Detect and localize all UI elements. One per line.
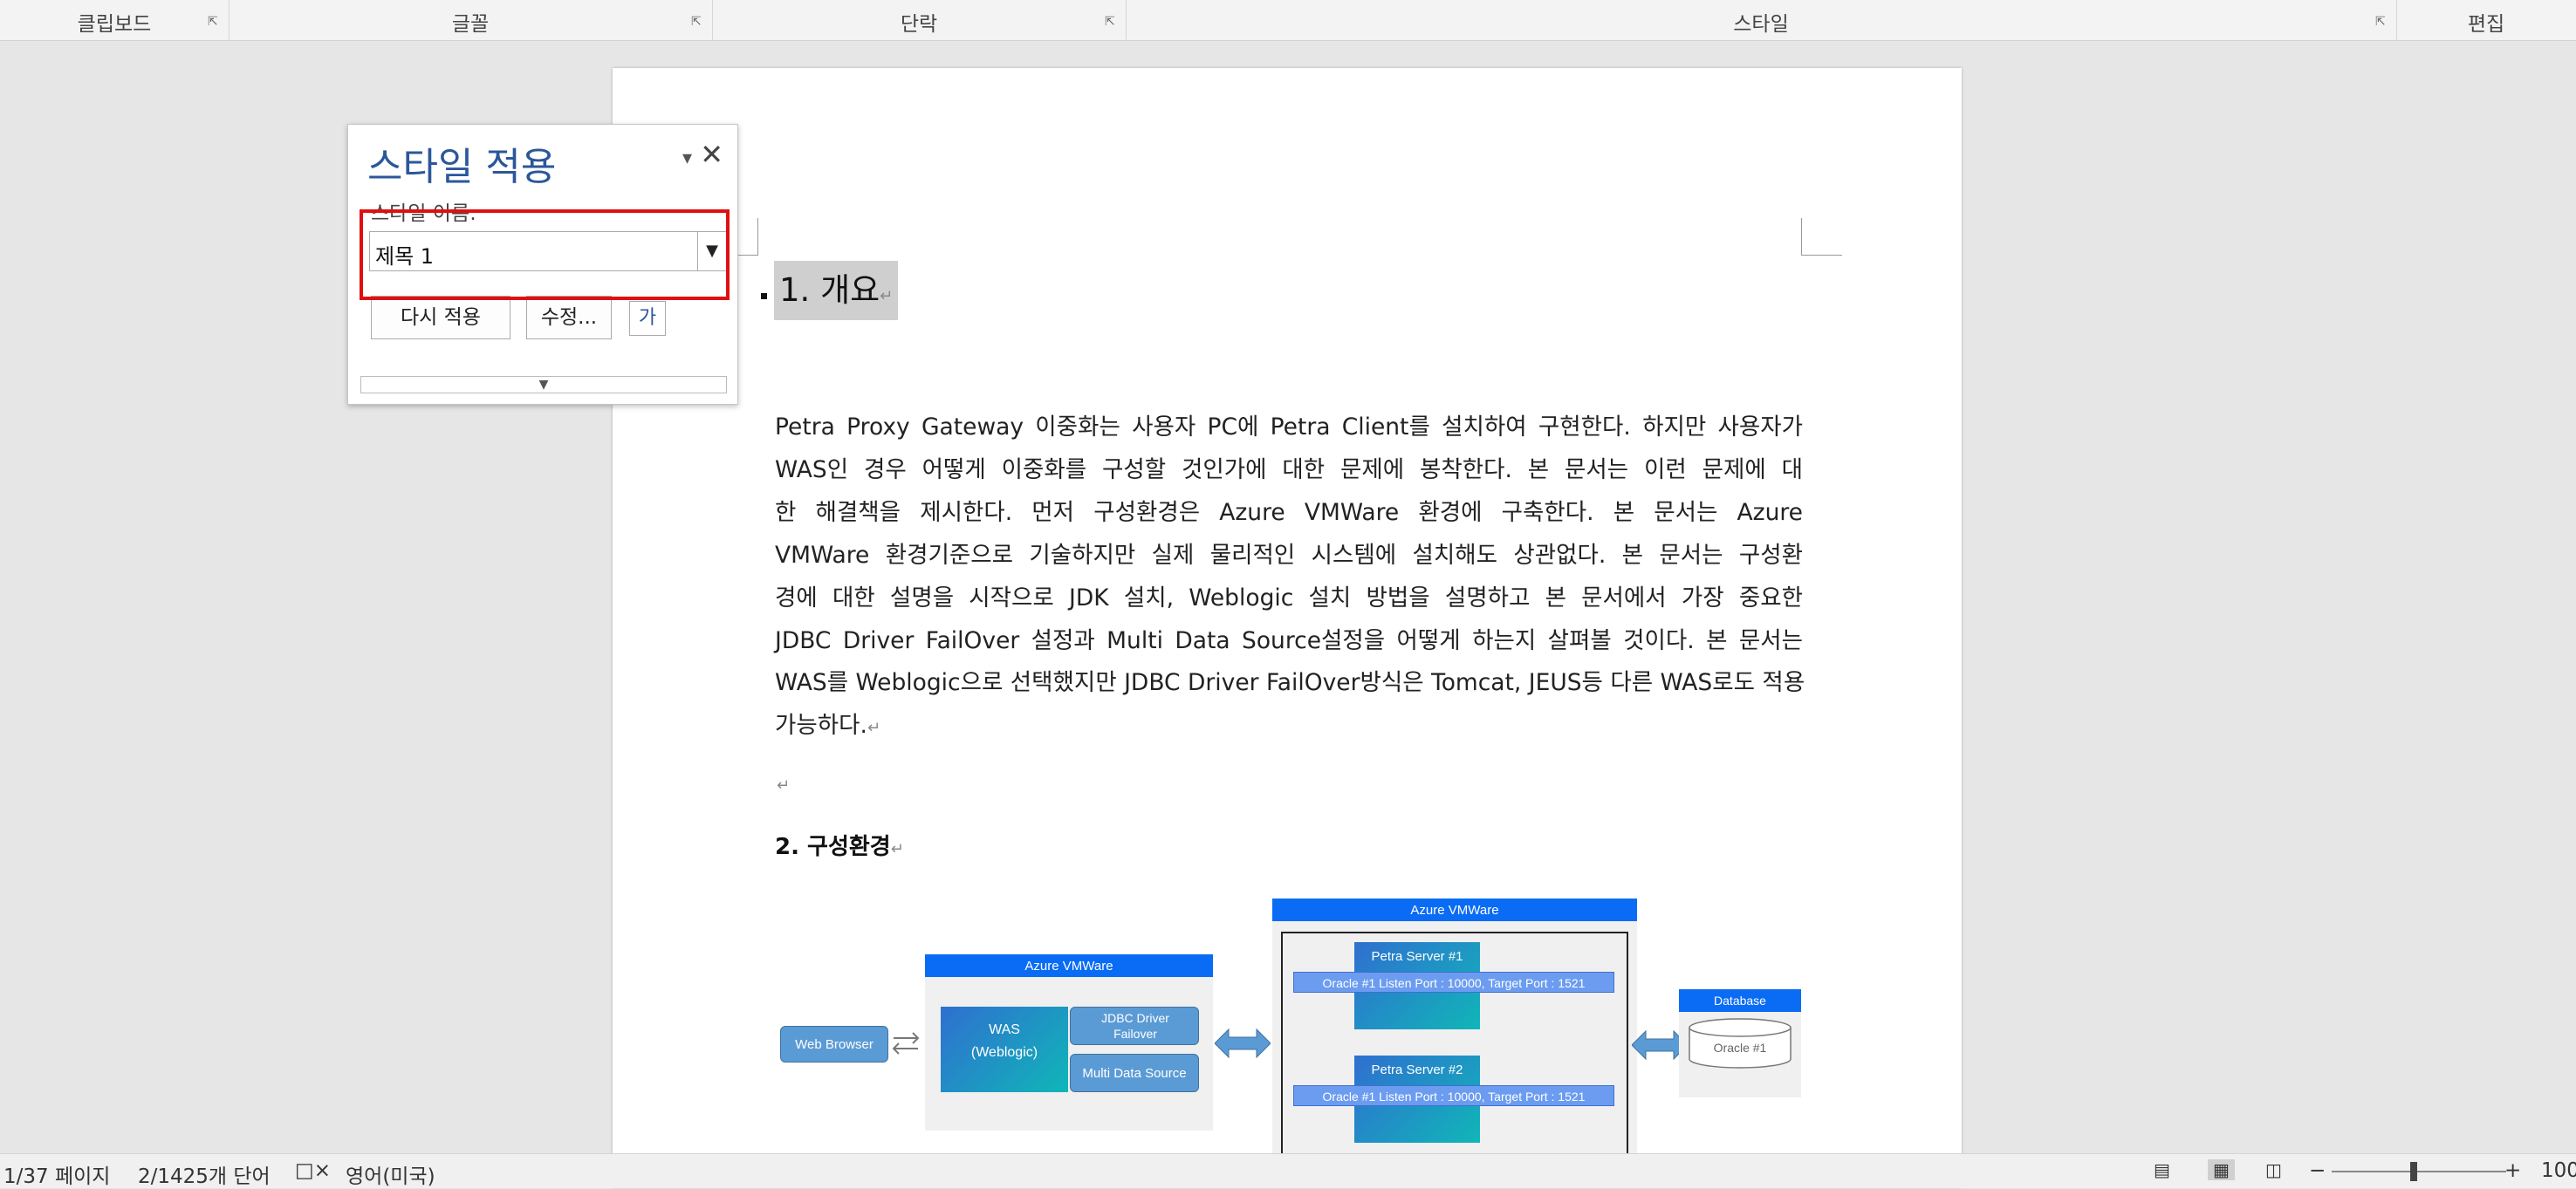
web-browser-box: Web Browser: [780, 1026, 888, 1063]
zoom-slider-thumb[interactable]: [2410, 1162, 2417, 1181]
text-line: 가능하다.↵: [775, 712, 881, 740]
text-line: JDBC Driver FailOver 설정과 Multi Data Sour…: [775, 626, 1803, 654]
styles-pane-icon[interactable]: 가: [629, 301, 666, 336]
expand-chevron-icon[interactable]: ▼: [360, 376, 727, 393]
document-page[interactable]: 1. 개요↵ Petra Proxy Gateway 이중화는 사용자 PC에 …: [613, 68, 1962, 1187]
heading-1[interactable]: 1. 개요↵: [774, 261, 899, 320]
print-layout-icon[interactable]: ▦: [2208, 1159, 2235, 1180]
pane-options-icon[interactable]: ▾: [682, 147, 692, 169]
text-line: WAS인 경우 어떻게 이중화를 구성할 것인가에 대한 문제에 봉착한다. 본…: [775, 455, 1803, 483]
jdbc-failover-box: JDBC Driver Failover: [1070, 1007, 1199, 1045]
bidirectional-arrow-icon: [892, 1032, 920, 1055]
zoom-in-icon[interactable]: +: [2504, 1159, 2521, 1182]
ribbon-group-label: 클립보드: [77, 13, 152, 36]
crop-mark: [1801, 218, 1842, 256]
text-line: 한 해결책을 제시한다. 먼저 구성환경은 Azure VMWare 환경에 구…: [775, 498, 1803, 526]
was-weblogic-box: WAS (Weblogic): [941, 1007, 1068, 1092]
red-highlight-box: [360, 209, 730, 300]
text-line: Petra Proxy Gateway 이중화는 사용자 PC에 Petra C…: [775, 413, 1803, 441]
ribbon-group-label: 단락: [900, 13, 938, 36]
status-bar: 1/37 페이지 2/1425개 단어 □× 영어(미국) ▤ ▦ ◫ − + …: [0, 1153, 2576, 1188]
heading-2[interactable]: 2. 구성환경↵: [775, 829, 904, 861]
word-count[interactable]: 2/1425개 단어: [138, 1159, 271, 1189]
ribbon-group-styles: 스타일 ⇱: [1126, 0, 2397, 40]
was-vm-header: Azure VMWare: [925, 954, 1213, 977]
port-info-bar-2: Oracle #1 Listen Port : 10000, Target Po…: [1293, 1085, 1614, 1106]
ribbon-group-clipboard: 클립보드 ⇱: [0, 0, 230, 40]
close-icon[interactable]: ✕: [700, 140, 723, 168]
text-line: WAS를 Weblogic으로 선택했지만 JDBC Driver FailOv…: [775, 669, 1805, 697]
overview-paragraph[interactable]: Petra Proxy Gateway 이중화는 사용자 PC에 Petra C…: [775, 407, 1805, 750]
ribbon-group-font: 글꼴 ⇱: [229, 0, 713, 40]
modify-button[interactable]: 수정...: [526, 296, 612, 339]
paragraph-mark-icon: ↵: [880, 287, 894, 305]
dialog-launcher-icon[interactable]: ⇱: [691, 16, 703, 28]
database-label: Oracle #1: [1713, 1041, 1767, 1055]
page-count[interactable]: 1/37 페이지: [3, 1159, 110, 1189]
ribbon-group-bar: 클립보드 ⇱ 글꼴 ⇱ 단락 ⇱ 스타일 ⇱ 편집: [0, 0, 2576, 41]
read-mode-icon[interactable]: ▤: [2154, 1159, 2170, 1180]
pane-title: 스타일 적용: [367, 145, 557, 189]
paragraph-mark-icon: ↵: [890, 840, 904, 858]
paragraph-mark-icon: ↵: [777, 776, 791, 795]
ribbon-group-label: 편집: [2467, 13, 2505, 36]
zoom-level[interactable]: 100: [2541, 1159, 2576, 1182]
ribbon-group-editing: 편집: [2396, 0, 2576, 40]
multi-data-source-box: Multi Data Source: [1070, 1054, 1199, 1092]
bidirectional-arrow-icon: [1215, 1028, 1271, 1059]
ribbon-group-label: 글꼴: [451, 13, 490, 36]
reapply-button[interactable]: 다시 적용: [371, 296, 510, 339]
ribbon-group-paragraph: 단락 ⇱: [712, 0, 1127, 40]
ribbon-group-label: 스타일: [1733, 13, 1789, 36]
language-indicator[interactable]: 영어(미국): [346, 1159, 435, 1189]
proofing-icon[interactable]: □×: [295, 1159, 331, 1182]
paragraph-mark-icon: ↵: [867, 719, 881, 738]
dialog-launcher-icon[interactable]: ⇱: [208, 16, 220, 28]
dialog-launcher-icon[interactable]: ⇱: [1105, 16, 1117, 28]
database-header: Database: [1679, 989, 1801, 1012]
text-line: 경에 대한 설명을 시작으로 JDK 설치, Weblogic 설치 방법을 설…: [775, 584, 1803, 612]
petra-vm-header: Azure VMWare: [1272, 899, 1637, 921]
heading-bullet: [761, 293, 767, 299]
zoom-slider[interactable]: [2332, 1171, 2506, 1172]
dialog-launcher-icon[interactable]: ⇱: [2375, 16, 2388, 28]
zoom-out-icon[interactable]: −: [2309, 1159, 2326, 1182]
port-info-bar-1: Oracle #1 Listen Port : 10000, Target Po…: [1293, 972, 1614, 993]
architecture-diagram[interactable]: Web Browser Azure VMWare WAS (Weblogic) …: [775, 897, 1805, 1185]
web-layout-icon[interactable]: ◫: [2265, 1159, 2282, 1180]
text-line: VMWare 환경기준으로 기술하지만 실제 물리적인 시스템에 설치해도 상관…: [775, 541, 1803, 569]
